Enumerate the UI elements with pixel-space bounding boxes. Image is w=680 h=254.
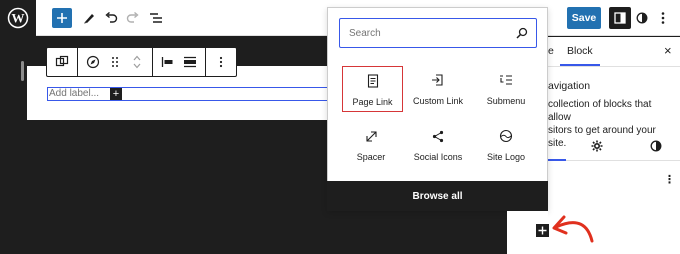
wordpress-logo-icon[interactable]: W xyxy=(0,0,36,36)
settings-toggle-button[interactable] xyxy=(609,7,631,29)
inline-add-block-button[interactable]: + xyxy=(110,88,122,100)
block-item-page-link[interactable]: Page Link xyxy=(342,66,403,112)
options-button[interactable] xyxy=(656,6,670,30)
justify-left-icon xyxy=(161,57,173,67)
search-icon xyxy=(516,27,528,42)
navigation-block-icon xyxy=(55,55,69,67)
redo-icon xyxy=(126,12,139,23)
gear-icon xyxy=(591,140,603,152)
resize-handle[interactable] xyxy=(21,61,24,81)
compass-button[interactable] xyxy=(82,51,104,73)
sidebar-tabs: e Block × xyxy=(548,37,680,67)
search-placeholder: Search xyxy=(349,28,381,39)
plus-icon xyxy=(538,226,547,235)
block-options-button[interactable] xyxy=(210,51,232,73)
redo-button[interactable] xyxy=(124,6,142,30)
sidebar-inner-tabs xyxy=(548,133,680,161)
tab-block[interactable]: Block xyxy=(567,45,593,57)
block-item-site-logo[interactable]: Site Logo xyxy=(472,122,540,170)
block-toolbar xyxy=(46,47,237,77)
plus-icon xyxy=(57,13,67,23)
tab-page[interactable]: e xyxy=(548,45,554,57)
page-icon xyxy=(367,73,379,89)
document-overview-button[interactable] xyxy=(146,6,166,30)
submenu-icon xyxy=(499,72,513,88)
sidebar-icon xyxy=(614,12,626,24)
undo-icon xyxy=(105,12,118,23)
justify-stretch-button[interactable] xyxy=(179,51,201,73)
share-icon xyxy=(432,128,444,144)
styles-tab[interactable] xyxy=(650,140,662,155)
block-title: avigation xyxy=(548,80,591,92)
compass-icon xyxy=(86,55,100,69)
site-logo-icon xyxy=(499,128,513,144)
active-tab-indicator xyxy=(560,64,600,66)
justify-stretch-icon xyxy=(184,56,196,68)
block-item-custom-link[interactable]: Custom Link xyxy=(404,66,472,114)
undo-button[interactable] xyxy=(102,6,120,30)
annotation-arrow-icon xyxy=(548,205,598,248)
menu-options-button[interactable]: ⋮ xyxy=(664,173,675,186)
settings-tab[interactable] xyxy=(591,140,603,155)
close-sidebar-button[interactable]: × xyxy=(664,43,672,58)
drag-handle-icon xyxy=(112,57,118,67)
more-vertical-icon xyxy=(661,12,665,24)
search-input[interactable]: Search xyxy=(339,18,537,48)
block-item-spacer[interactable]: Spacer xyxy=(337,122,405,170)
spacer-icon xyxy=(365,128,378,144)
tools-button[interactable] xyxy=(80,6,98,30)
save-button[interactable]: Save xyxy=(567,7,601,29)
list-view-icon xyxy=(150,13,162,23)
justify-left-button[interactable] xyxy=(157,51,179,73)
active-inner-tab-indicator xyxy=(548,159,566,161)
custom-link-icon xyxy=(431,72,445,88)
add-block-button[interactable] xyxy=(52,8,72,28)
pencil-icon xyxy=(84,14,94,24)
styles-button[interactable] xyxy=(634,6,650,30)
move-up-down-button[interactable] xyxy=(126,51,148,73)
half-circle-icon xyxy=(636,12,648,24)
browse-all-button[interactable]: Browse all xyxy=(327,181,548,211)
chevron-up-down-icon xyxy=(133,55,141,69)
block-item-social-icons[interactable]: Social Icons xyxy=(404,122,472,170)
half-circle-icon xyxy=(650,140,662,152)
drag-handle[interactable] xyxy=(104,51,126,73)
block-transform-button[interactable] xyxy=(51,51,73,73)
more-vertical-icon xyxy=(219,56,223,68)
add-label-placeholder[interactable]: Add label... xyxy=(49,88,99,100)
svg-text:W: W xyxy=(12,11,25,26)
block-item-submenu[interactable]: Submenu xyxy=(472,66,540,114)
